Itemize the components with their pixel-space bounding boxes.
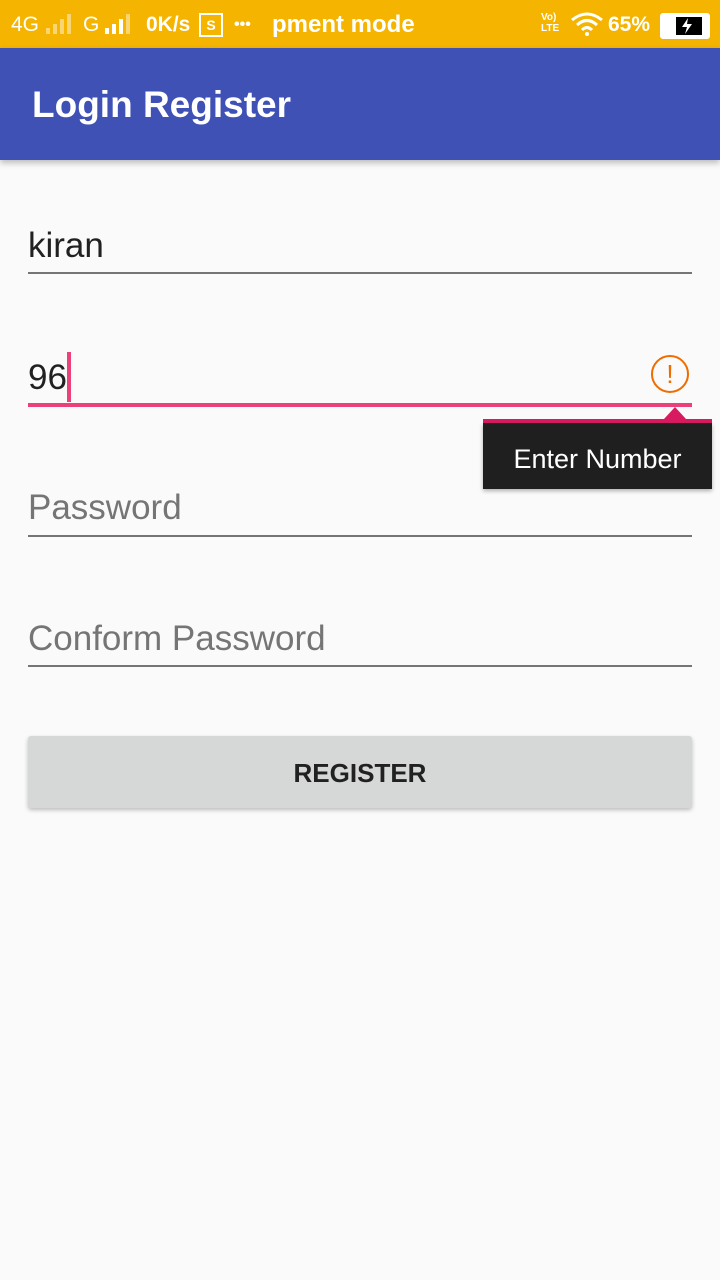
password-field-underline bbox=[28, 535, 692, 537]
network-type-4g: 4G bbox=[11, 13, 40, 36]
confirm-password-placeholder: Conform Password bbox=[28, 619, 326, 658]
status-bar: 4G G 0K/s S ••• pment mode Vo) LTE 65% bbox=[0, 0, 720, 48]
name-field-value: kiran bbox=[28, 226, 104, 265]
confirm-password-field-underline bbox=[28, 665, 692, 667]
signal-icon bbox=[105, 14, 130, 34]
notification-text: pment mode bbox=[272, 11, 415, 38]
wifi-icon bbox=[571, 12, 603, 36]
password-placeholder: Password bbox=[28, 488, 182, 527]
error-popup-arrow bbox=[664, 407, 686, 419]
number-field-underline bbox=[28, 403, 692, 407]
register-button[interactable]: REGISTER bbox=[28, 736, 692, 808]
name-field[interactable]: kiran bbox=[28, 222, 692, 276]
screenshot-icon: S bbox=[199, 13, 223, 37]
signal-icon bbox=[46, 14, 71, 34]
password-field[interactable]: Password bbox=[28, 484, 692, 538]
text-cursor bbox=[67, 352, 71, 402]
number-field-value: 96 bbox=[28, 358, 67, 397]
battery-charging-icon bbox=[660, 13, 710, 39]
volte-icon: Vo) LTE bbox=[541, 12, 560, 34]
error-icon[interactable]: ! bbox=[651, 355, 689, 393]
network-speed: 0K/s bbox=[146, 13, 191, 36]
battery-percent: 65% bbox=[608, 13, 651, 36]
network-type-g: G bbox=[83, 13, 100, 36]
app-bar: Login Register bbox=[0, 48, 720, 160]
name-field-underline bbox=[28, 272, 692, 274]
error-popup: Enter Number bbox=[483, 423, 712, 489]
more-notifications-icon: ••• bbox=[234, 16, 251, 33]
app-title: Login Register bbox=[32, 84, 292, 125]
number-field[interactable]: 96 ! bbox=[28, 350, 692, 410]
confirm-password-field[interactable]: Conform Password bbox=[28, 615, 692, 669]
